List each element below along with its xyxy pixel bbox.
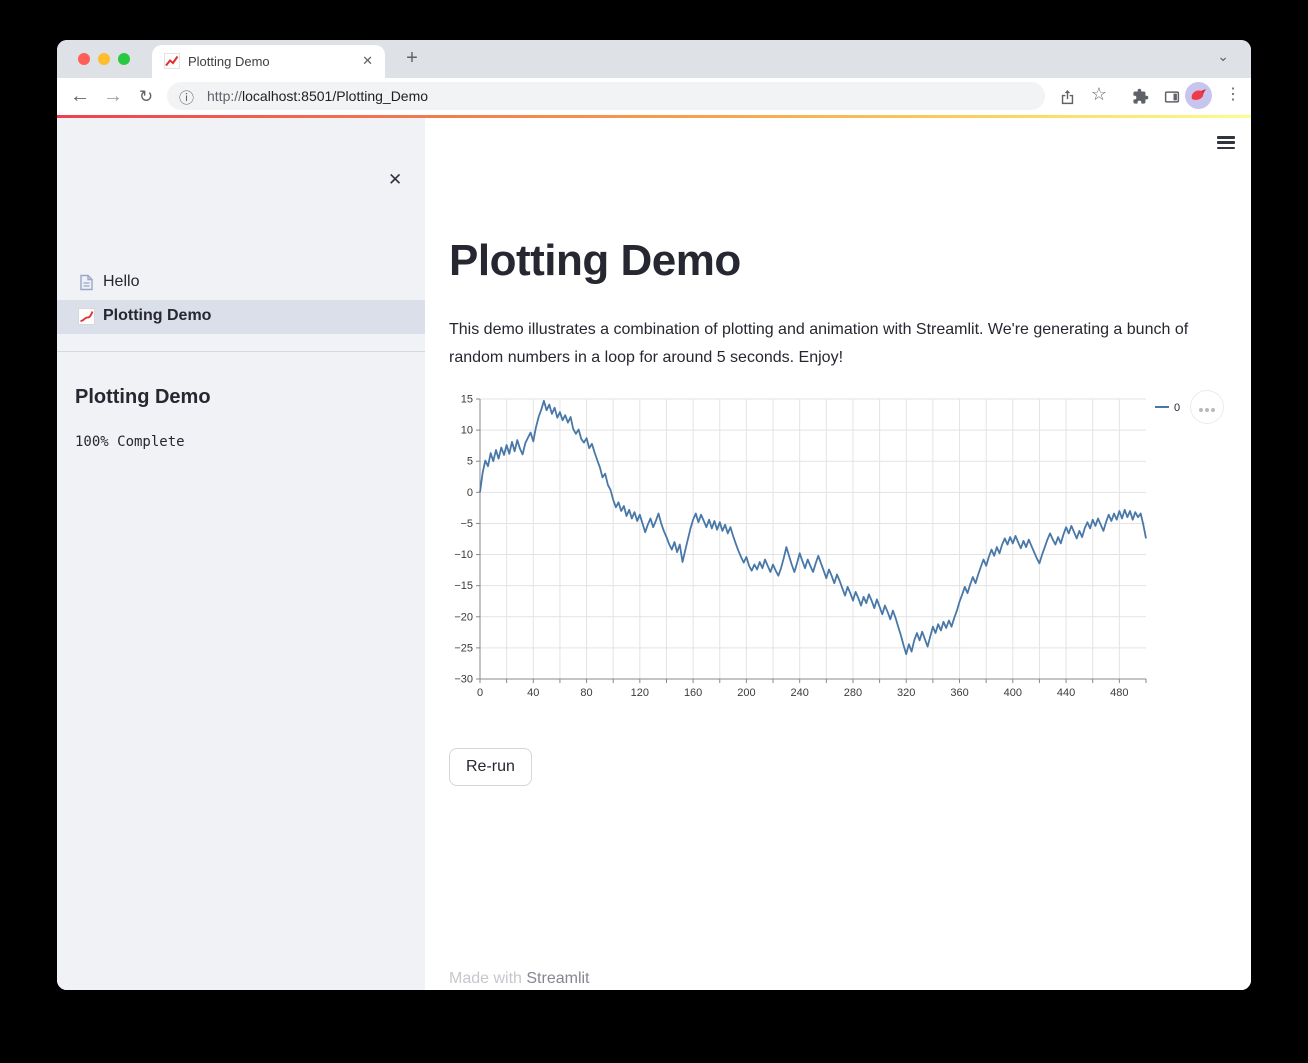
line-chart-icon [78, 308, 95, 325]
new-tab-button[interactable]: + [399, 46, 425, 72]
close-window-button[interactable] [78, 53, 90, 65]
svg-text:320: 320 [897, 687, 915, 699]
svg-text:−25: −25 [454, 642, 473, 654]
minimize-window-button[interactable] [98, 53, 110, 65]
tab-strip: Plotting Demo ✕ + ⌄ [57, 40, 1251, 78]
svg-text:−10: −10 [454, 549, 473, 561]
svg-text:−15: −15 [454, 580, 473, 592]
svg-text:−20: −20 [454, 611, 473, 623]
svg-text:5: 5 [467, 456, 473, 468]
document-icon [80, 274, 93, 291]
forward-icon[interactable]: → [100, 84, 126, 110]
sidebar-item-hello[interactable]: Hello [57, 266, 425, 300]
sidebar-item-label: Plotting Demo [103, 307, 212, 324]
streamlit-chart-favicon-icon [164, 53, 180, 69]
chart-legend: 0 [1155, 399, 1181, 414]
progress-status-text: 100% Complete [75, 434, 185, 450]
tab-close-icon[interactable]: ✕ [362, 53, 373, 69]
svg-text:10: 10 [461, 425, 473, 437]
site-info-icon[interactable]: ⓘ [179, 87, 194, 108]
sidebar-divider [57, 351, 425, 352]
svg-text:480: 480 [1110, 687, 1128, 699]
svg-text:80: 80 [580, 687, 592, 699]
bookmark-star-icon[interactable]: ☆ [1086, 84, 1112, 110]
rerun-button[interactable]: Re-run [449, 748, 532, 786]
profile-avatar[interactable] [1185, 82, 1212, 109]
main-content: Plotting Demo This demo illustrates a co… [425, 118, 1251, 990]
line-chart-svg: 0 40 80 120 160 200 240 280 320 360 400 440 480 15 10 5… [454, 394, 1147, 699]
legend-label: 0 [1174, 401, 1181, 414]
svg-text:−30: −30 [454, 674, 473, 686]
sidebar: ✕ Hello Plotting Demo Plotting Demo 100%… [57, 118, 425, 990]
svg-text:0: 0 [477, 687, 483, 699]
svg-text:15: 15 [461, 394, 473, 406]
svg-text:40: 40 [527, 687, 539, 699]
browser-tab[interactable]: Plotting Demo ✕ [152, 45, 385, 78]
page-description: This demo illustrates a combination of p… [449, 321, 1189, 366]
streamlit-footer-link[interactable]: Streamlit [526, 970, 589, 987]
svg-text:0: 0 [467, 487, 473, 499]
side-panel-icon[interactable] [1159, 84, 1185, 110]
chart-menu-button[interactable] [1190, 390, 1224, 424]
streamlit-app: ✕ Hello Plotting Demo Plotting Demo 100%… [57, 118, 1251, 990]
extensions-puzzle-icon[interactable] [1127, 84, 1153, 110]
sidebar-close-icon[interactable]: ✕ [388, 170, 402, 190]
footer-text: Made with [449, 970, 527, 987]
svg-text:440: 440 [1057, 687, 1075, 699]
svg-text:200: 200 [737, 687, 755, 699]
svg-text:400: 400 [1004, 687, 1022, 699]
maximize-window-button[interactable] [118, 53, 130, 65]
svg-text:120: 120 [631, 687, 649, 699]
app-menu-hamburger-icon[interactable] [1217, 136, 1235, 150]
url-text: http://localhost:8501/Plotting_Demo [207, 88, 429, 104]
svg-text:280: 280 [844, 687, 862, 699]
svg-text:−5: −5 [460, 518, 473, 530]
page-title: Plotting Demo [449, 236, 741, 285]
sidebar-item-plotting-demo[interactable]: Plotting Demo [57, 300, 425, 334]
back-icon[interactable]: ← [67, 84, 93, 110]
footer: Made with Streamlit [449, 970, 590, 988]
chart: 0 40 80 120 160 200 240 280 320 360 400 440 480 15 10 5… [449, 390, 1249, 712]
reload-icon[interactable]: ↻ [133, 84, 159, 110]
tab-title: Plotting Demo [188, 54, 270, 69]
sidebar-heading: Plotting Demo [75, 386, 211, 408]
svg-text:360: 360 [950, 687, 968, 699]
kebab-menu-icon[interactable]: ⋮ [1220, 84, 1246, 110]
address-bar[interactable]: ⓘ http://localhost:8501/Plotting_Demo [167, 82, 1045, 110]
tab-search-chevron-icon[interactable]: ⌄ [1217, 48, 1229, 65]
svg-text:240: 240 [791, 687, 809, 699]
sidebar-item-label: Hello [103, 273, 140, 290]
svg-text:160: 160 [684, 687, 702, 699]
browser-toolbar: ← → ↻ ⓘ http://localhost:8501/Plotting_D… [57, 78, 1251, 115]
browser-window: Plotting Demo ✕ + ⌄ ← → ↻ ⓘ http://local… [57, 40, 1251, 990]
legend-line-swatch [1155, 405, 1169, 408]
share-icon[interactable] [1054, 84, 1080, 110]
